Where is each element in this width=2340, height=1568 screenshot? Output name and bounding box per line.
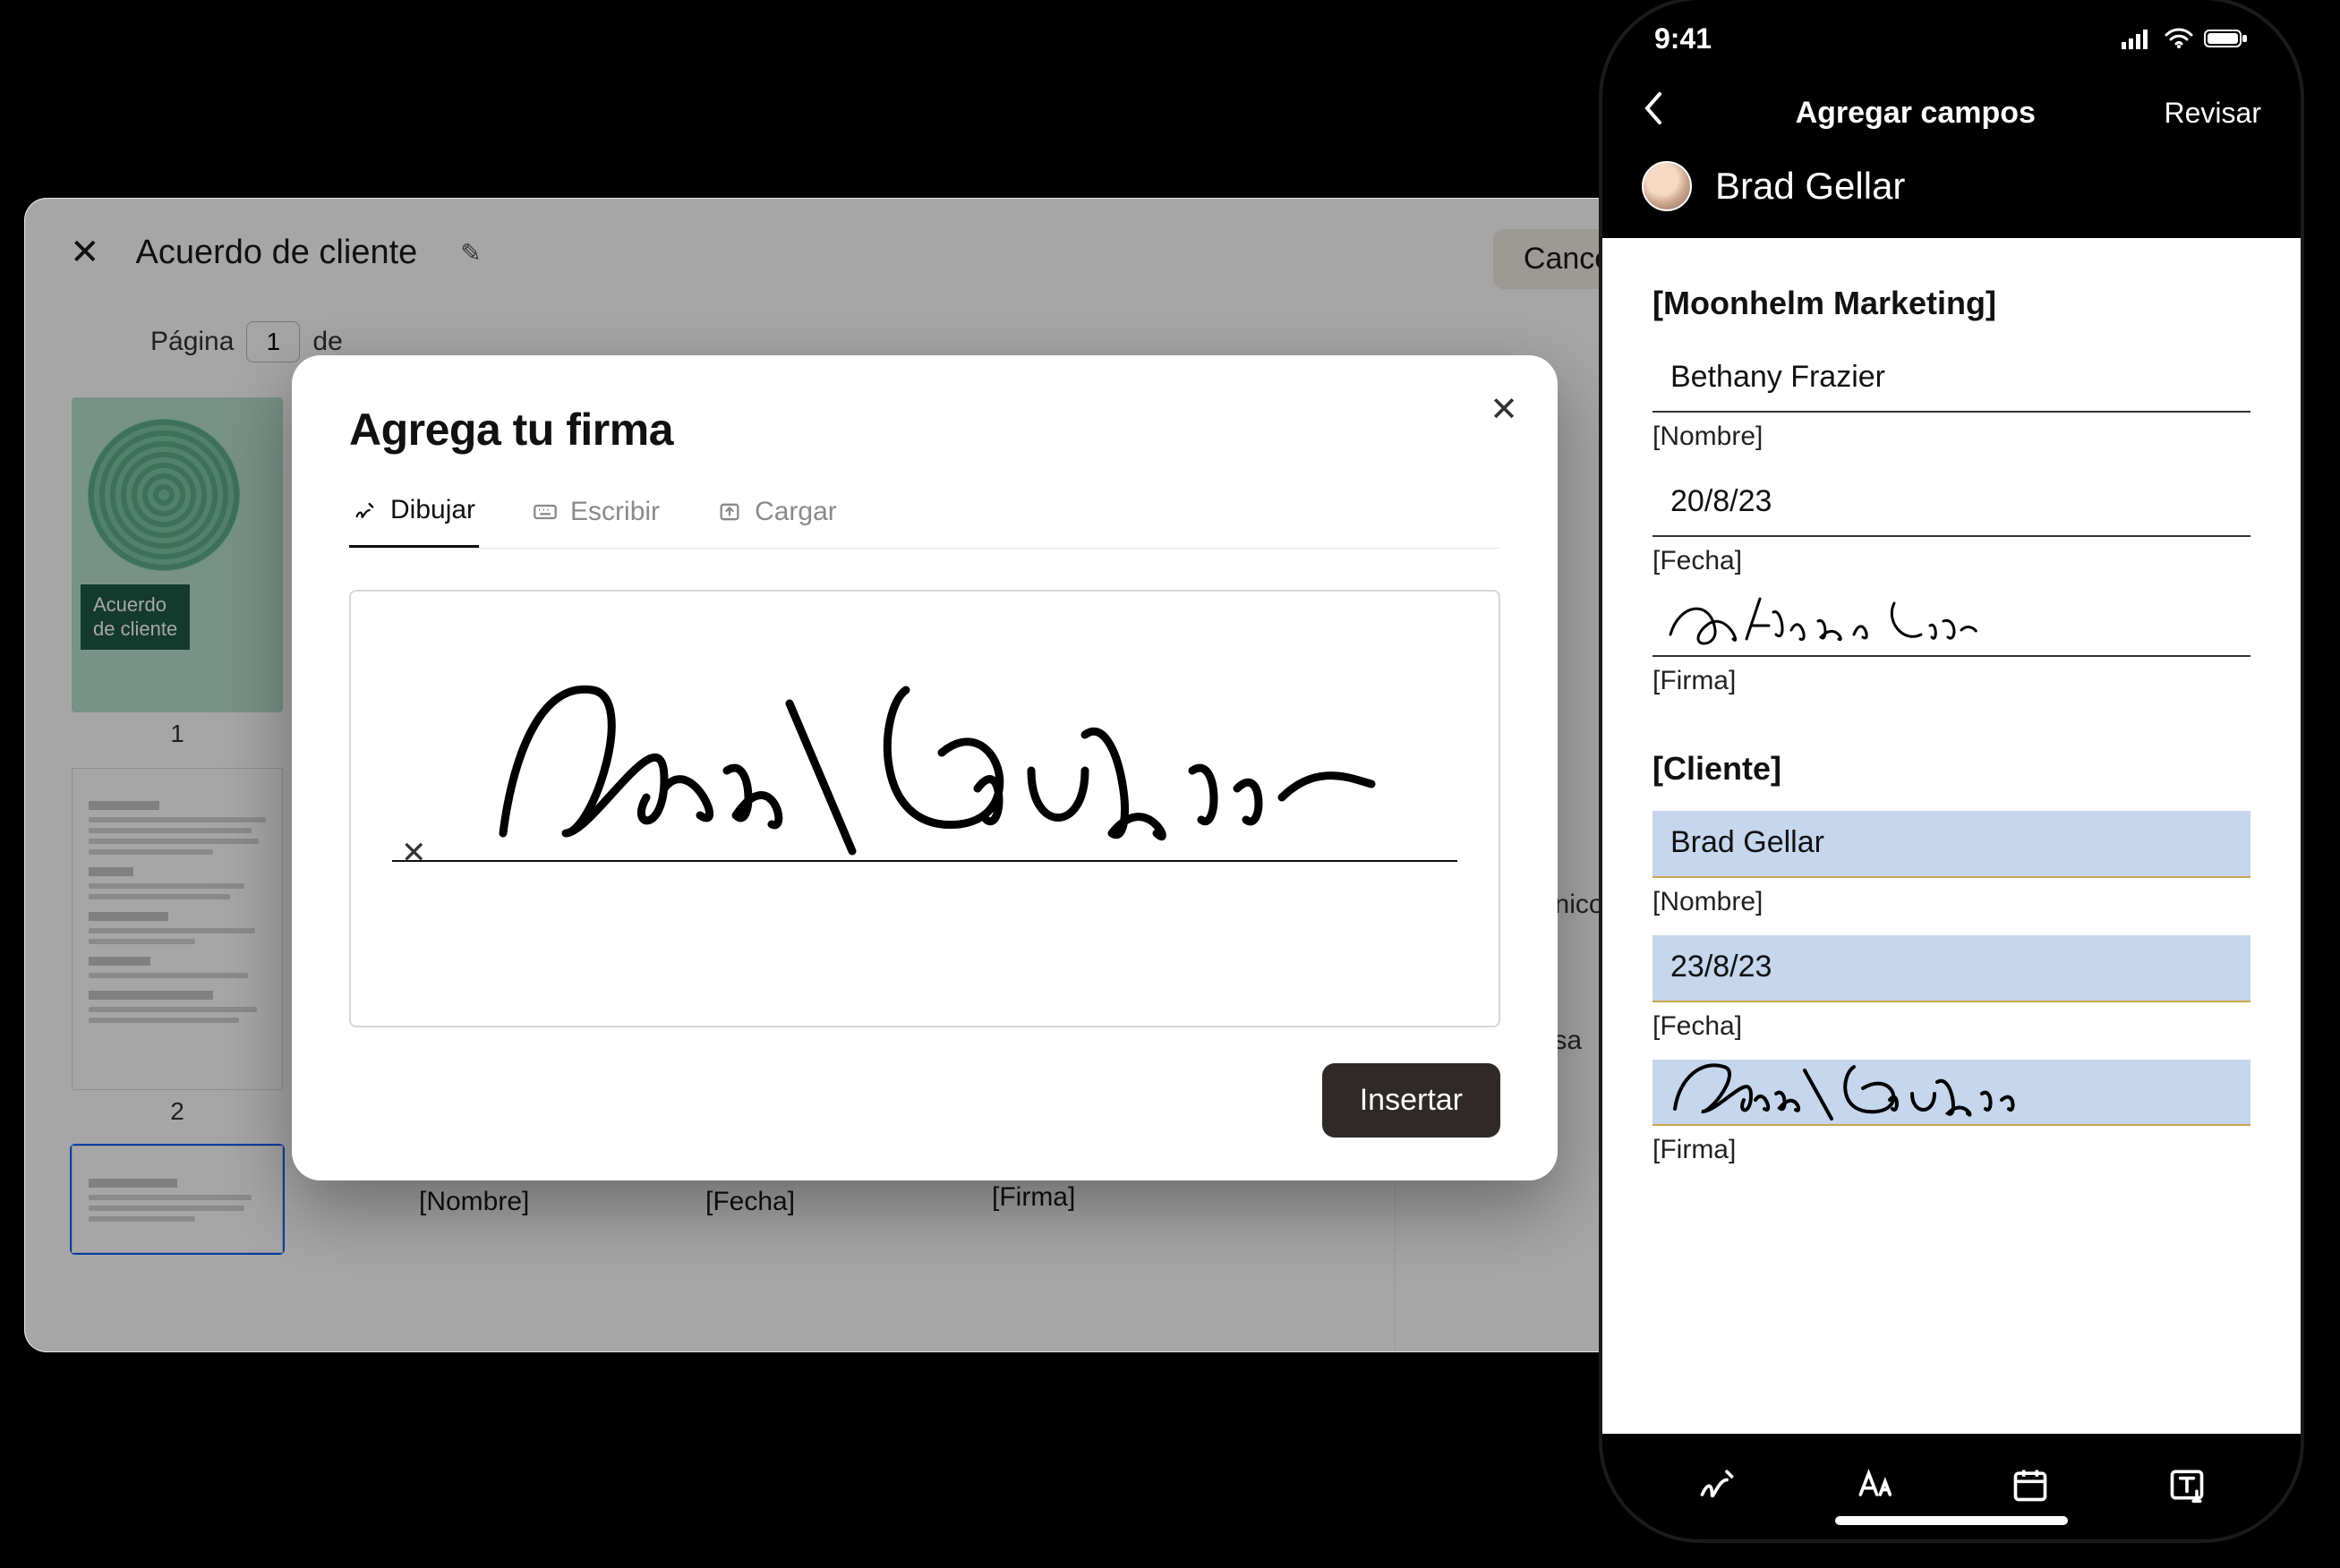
vendor-date-field[interactable]: 20/8/23 <box>1653 470 2250 537</box>
cover-graphic <box>72 399 260 591</box>
vendor-date-label: [Fecha] <box>1653 546 2250 576</box>
vendor-signature-field[interactable] <box>1653 594 2250 657</box>
field-signature-label: [Firma] <box>992 1182 1225 1213</box>
avatar <box>1642 161 1692 211</box>
vendor-name-label: [Nombre] <box>1653 422 2250 452</box>
keyboard-icon <box>533 499 558 524</box>
client-signature-field[interactable] <box>1653 1060 2250 1126</box>
document-title: Acuerdo de cliente <box>136 234 418 272</box>
page-thumbnails: Acuerdo de cliente 1 <box>25 378 329 1351</box>
edit-title-icon[interactable]: ✎ <box>460 238 481 268</box>
field-date-label: [Fecha] <box>705 1187 938 1217</box>
tool-signature-icon[interactable] <box>1697 1465 1737 1509</box>
vendor-signature-label: [Firma] <box>1653 666 2250 696</box>
signer-name: Brad Gellar <box>1715 165 1905 208</box>
tab-draw[interactable]: Dibujar <box>349 495 479 548</box>
editor-header: ✕ Acuerdo de cliente ✎ Cancelar <box>25 199 1717 306</box>
page-of-label: de <box>312 327 342 357</box>
close-icon[interactable]: ✕ <box>70 232 100 273</box>
signer-row[interactable]: Brad Gellar <box>1602 149 2301 238</box>
modal-title: Agrega tu firma <box>349 404 1500 456</box>
client-date-field[interactable]: 23/8/23 <box>1653 935 2250 1002</box>
thumb-number: 2 <box>72 1097 283 1126</box>
tool-text-icon[interactable] <box>1854 1465 1893 1509</box>
draw-icon <box>353 498 378 523</box>
phone-nav-bar: Agregar campos Revisar <box>1602 77 2301 149</box>
client-signature-label: [Firma] <box>1653 1135 2250 1165</box>
thumbnail-page-2[interactable]: 2 <box>70 766 285 1128</box>
thumbnail-page-3[interactable] <box>70 1144 285 1255</box>
drawn-signature <box>458 654 1389 869</box>
vendor-name-field[interactable]: Bethany Frazier <box>1653 345 2250 413</box>
page-label: Página <box>150 327 234 357</box>
phone-nav-title: Agregar campos <box>1796 96 2036 131</box>
section-heading-vendor: [Moonhelm Marketing] <box>1653 285 2250 322</box>
status-bar: 9:41 <box>1602 0 2301 77</box>
tab-type[interactable]: Escribir <box>529 495 663 548</box>
client-name-label: [Nombre] <box>1653 887 2250 917</box>
status-time: 9:41 <box>1654 22 1712 55</box>
thumb-number: 1 <box>72 720 283 748</box>
cellular-icon <box>2122 28 2154 49</box>
client-name-field[interactable]: Brad Gellar <box>1653 811 2250 878</box>
cover-title: Acuerdo de cliente <box>81 584 190 650</box>
battery-icon <box>2204 28 2249 49</box>
signature-canvas[interactable]: ✕ <box>349 590 1500 1027</box>
insert-button[interactable]: Insertar <box>1322 1063 1500 1138</box>
tool-date-icon[interactable] <box>2011 1465 2050 1509</box>
tool-textbox-icon[interactable] <box>2167 1465 2207 1509</box>
page-number-input[interactable] <box>246 321 300 362</box>
add-signature-modal: ✕ Agrega tu firma Dibujar Escribir Carga… <box>292 355 1558 1180</box>
tab-upload[interactable]: Cargar <box>713 495 841 548</box>
phone-document: [Moonhelm Marketing] Bethany Frazier [No… <box>1602 238 2301 1434</box>
thumbnail-page-1[interactable]: Acuerdo de cliente 1 <box>70 396 285 750</box>
wifi-icon <box>2165 28 2193 49</box>
clear-signature-icon[interactable]: ✕ <box>401 835 427 871</box>
section-heading-client: [Cliente] <box>1653 750 2250 788</box>
back-icon[interactable] <box>1642 90 1667 136</box>
phone-mock: 9:41 Agregar campos Revisar B <box>1602 0 2301 1539</box>
home-indicator[interactable] <box>1835 1516 2068 1525</box>
field-name-label: [Nombre] <box>419 1187 652 1217</box>
signature-mode-tabs: Dibujar Escribir Cargar <box>349 495 1500 549</box>
client-date-label: [Fecha] <box>1653 1011 2250 1042</box>
upload-icon <box>717 499 742 524</box>
review-button[interactable]: Revisar <box>2165 97 2261 130</box>
